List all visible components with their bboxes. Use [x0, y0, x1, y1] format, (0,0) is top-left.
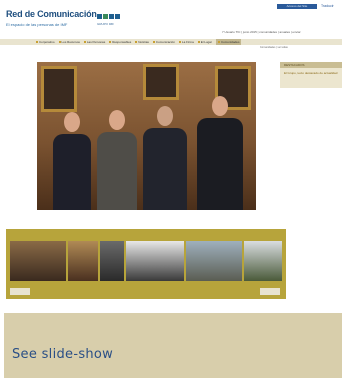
person-figure: [97, 110, 137, 210]
bullet-icon: [58, 41, 61, 43]
translate-link[interactable]: Traducir: [321, 4, 334, 8]
nav-label: Las Personas: [86, 40, 106, 44]
strip-previous-button[interactable]: [10, 288, 30, 295]
person-head: [157, 106, 173, 126]
sub-navigation[interactable]: Comunidades | ver todas: [260, 46, 342, 50]
strip-next-button[interactable]: [260, 288, 280, 295]
bullet-icon: [36, 41, 38, 43]
nav-item-comunidades[interactable]: Comunidades: [215, 39, 242, 45]
sidebar-link[interactable]: El Grupo, texto destacado de actualidad: [284, 71, 339, 75]
nav-label: El Lugar: [200, 40, 212, 44]
gallery-thumbnail[interactable]: [10, 241, 66, 281]
featured-photo[interactable]: [37, 62, 256, 210]
person-body: [53, 134, 91, 210]
nav-item-firma[interactable]: La Firma: [178, 40, 194, 44]
gallery-thumbnail[interactable]: [244, 241, 282, 281]
nav-item-personas[interactable]: Las Personas: [83, 40, 106, 44]
brand-squares-logo: [97, 14, 120, 19]
nav-item-corporativo[interactable]: Corporativo: [36, 40, 55, 44]
gallery-thumbnail[interactable]: [100, 241, 124, 281]
person-figure: [53, 112, 91, 210]
bullet-icon: [109, 41, 112, 43]
sidebar-heading: DESTACADOS: [280, 62, 342, 68]
nav-label: Corporativo: [39, 40, 55, 44]
person-body: [143, 128, 187, 210]
brand-square: [103, 14, 108, 19]
featured-sidebar-box: DESTACADOS El Grupo, texto destacado de …: [280, 62, 342, 88]
nav-item-lugar[interactable]: El Lugar: [197, 40, 212, 44]
bullet-icon: [83, 41, 86, 43]
nav-label: Comunicación: [155, 40, 175, 44]
bullet-icon: [197, 41, 200, 43]
nav-item-comunicacion[interactable]: Comunicación: [152, 40, 175, 44]
person-head: [109, 110, 125, 130]
gallery-thumbnail[interactable]: [126, 241, 184, 281]
bullet-icon: [178, 41, 181, 43]
site-logo-title[interactable]: Red de Comunicación: [6, 9, 97, 19]
person-head: [212, 96, 228, 116]
brand-sub-label: GRUPO IMF: [97, 22, 114, 26]
main-navigation: Corporativo Los Recursos Las Personas Re…: [0, 39, 342, 45]
portrait-frame: [143, 64, 179, 100]
gallery-thumbnail[interactable]: [186, 241, 242, 281]
header-info-line[interactable]: 7 Usuario TIC | junio 2015 | comunidades…: [222, 30, 340, 34]
nav-item-noticias[interactable]: Noticias: [135, 40, 149, 44]
site-access-link[interactable]: Acceso del Site: [277, 4, 317, 9]
person-body: [97, 132, 137, 210]
nav-label: Responsables: [112, 40, 132, 44]
gallery-thumbnail[interactable]: [68, 241, 98, 281]
brand-square: [115, 14, 120, 19]
person-figure: [143, 106, 187, 210]
nav-item-recursos[interactable]: Los Recursos: [58, 40, 80, 44]
nav-label: La Firma: [181, 40, 194, 44]
see-slideshow-link[interactable]: See slide-show: [12, 347, 113, 362]
bullet-icon: [217, 41, 220, 43]
person-body: [197, 118, 243, 210]
nav-item-responsables[interactable]: Responsables: [109, 40, 131, 44]
brand-square: [97, 14, 102, 19]
slideshow-panel: See slide-show: [4, 313, 342, 378]
nav-label: Los Recursos: [61, 40, 80, 44]
bullet-icon: [152, 41, 155, 43]
nav-label: Comunidades: [220, 40, 240, 44]
thumbnail-strip: [6, 229, 286, 299]
nav-label: Noticias: [138, 40, 149, 44]
site-logo-tagline: El espacio de las personas de IMF: [6, 22, 68, 27]
person-figure: [197, 96, 243, 210]
portrait-frame: [41, 66, 77, 112]
brand-square: [109, 14, 114, 19]
bullet-icon: [135, 41, 138, 43]
person-head: [64, 112, 80, 132]
